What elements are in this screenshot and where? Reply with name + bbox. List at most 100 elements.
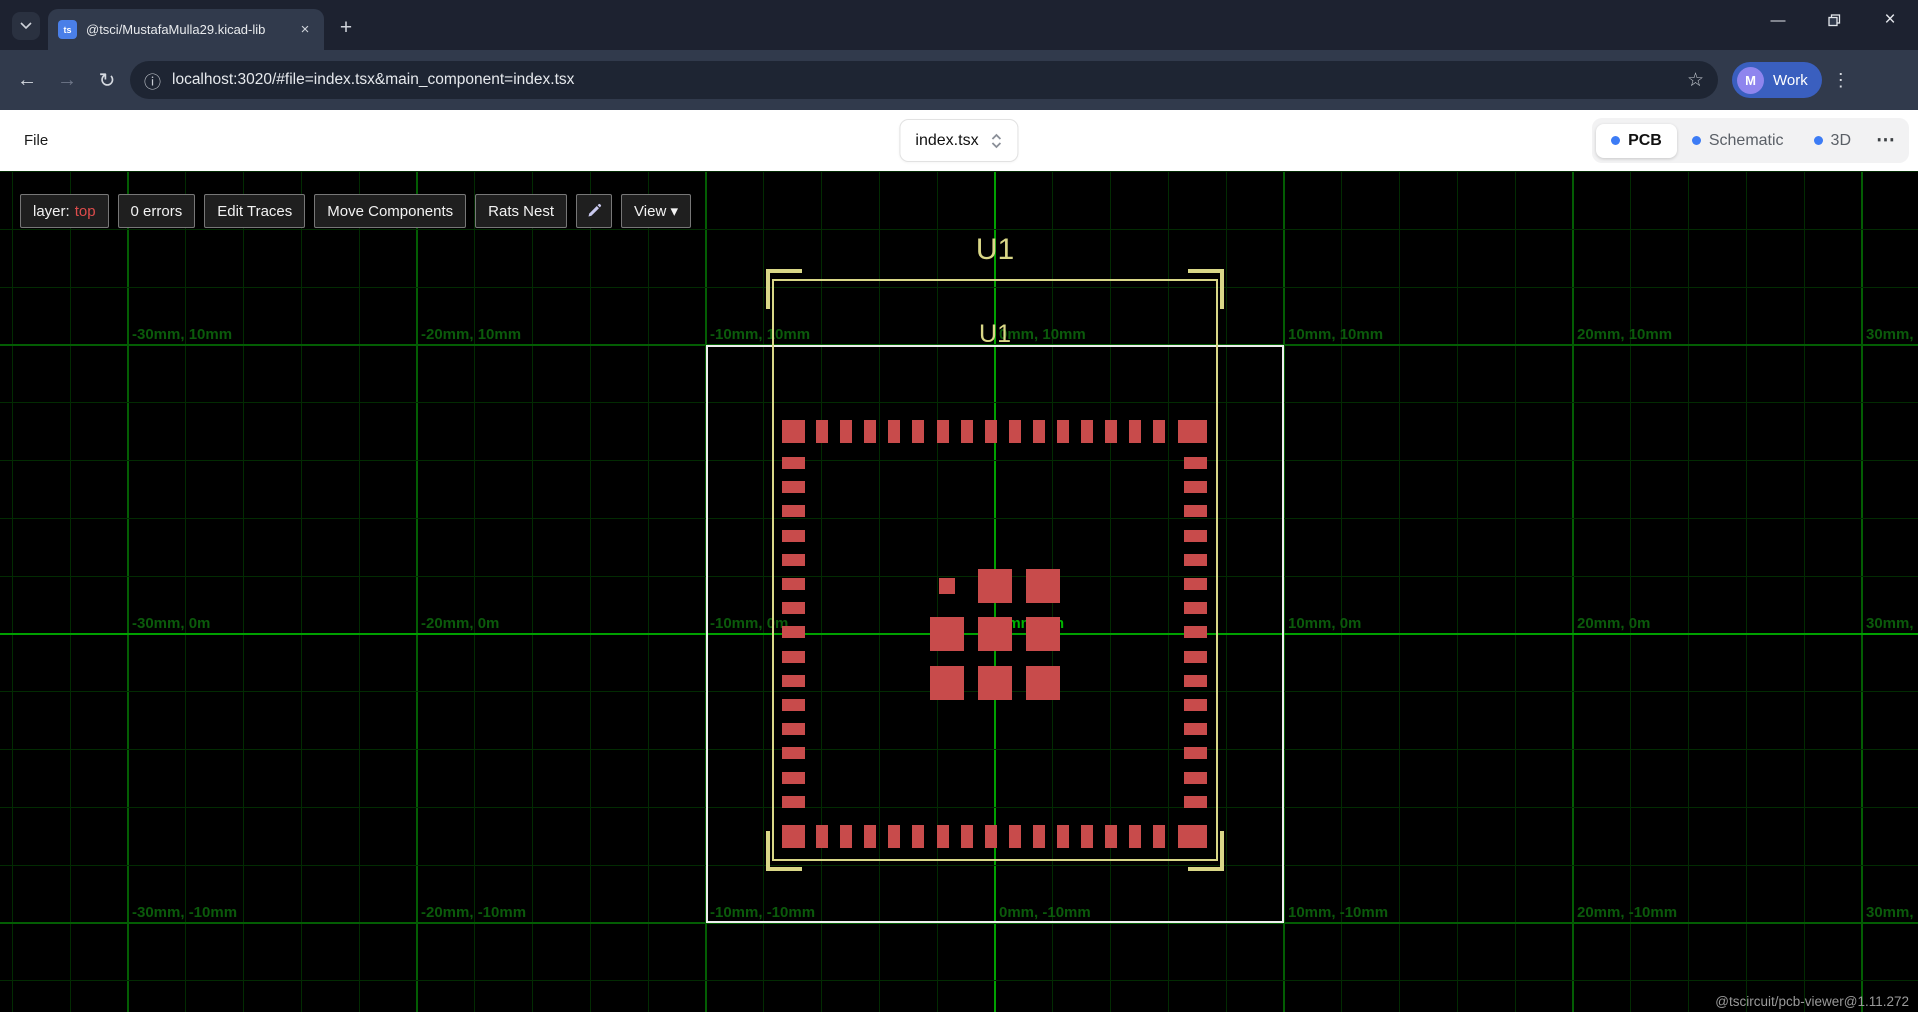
pcb-pad[interactable] <box>1026 666 1060 700</box>
file-select-dropdown[interactable]: index.tsx <box>899 119 1018 162</box>
pcb-pad[interactable] <box>1184 796 1207 808</box>
tab-pcb[interactable]: PCB <box>1596 124 1677 158</box>
pcb-pad[interactable] <box>782 626 805 638</box>
pcb-pad[interactable] <box>1081 420 1093 443</box>
pcb-pad[interactable] <box>840 825 852 848</box>
errors-button[interactable]: 0 errors <box>118 194 196 228</box>
edit-pencil-button[interactable] <box>576 194 612 228</box>
info-icon[interactable]: ⓘ <box>144 68 161 93</box>
pcb-pad[interactable] <box>1033 420 1045 443</box>
rats-nest-button[interactable]: Rats Nest <box>475 194 567 228</box>
pcb-pad[interactable] <box>1184 505 1207 517</box>
pcb-pad[interactable] <box>1184 457 1207 469</box>
pcb-pad[interactable] <box>1153 825 1165 848</box>
pcb-pad[interactable] <box>939 578 955 594</box>
pcb-pad[interactable] <box>782 723 805 735</box>
forward-icon[interactable]: → <box>50 63 84 97</box>
window-close-button[interactable]: × <box>1862 0 1918 40</box>
pcb-pad[interactable] <box>782 578 805 590</box>
pcb-pad[interactable] <box>864 825 876 848</box>
profile-button[interactable]: M Work <box>1732 62 1822 98</box>
pcb-pad[interactable] <box>1129 420 1141 443</box>
pcb-pad[interactable] <box>1009 420 1021 443</box>
pcb-pad[interactable] <box>1057 420 1069 443</box>
pcb-pad[interactable] <box>782 796 805 808</box>
pcb-pad[interactable] <box>912 420 924 443</box>
more-options-icon[interactable]: ⋯ <box>1866 123 1905 158</box>
pcb-pad[interactable] <box>1184 699 1207 711</box>
pcb-pad[interactable] <box>782 747 805 759</box>
pcb-pad[interactable] <box>782 675 805 687</box>
pcb-pad[interactable] <box>937 420 949 443</box>
pcb-pad[interactable] <box>1184 554 1207 566</box>
pcb-canvas[interactable]: layer: top 0 errors Edit Traces Move Com… <box>0 171 1918 1012</box>
pcb-pad[interactable] <box>1057 825 1069 848</box>
pcb-pad[interactable] <box>1033 825 1045 848</box>
reload-icon[interactable]: ↻ <box>90 63 124 97</box>
pcb-pad[interactable] <box>930 617 964 651</box>
pcb-pad[interactable] <box>1184 747 1207 759</box>
bookmark-star-icon[interactable]: ☆ <box>1687 69 1704 92</box>
tab-schematic[interactable]: Schematic <box>1677 124 1799 158</box>
pcb-pad[interactable] <box>864 420 876 443</box>
pcb-pad[interactable] <box>816 825 828 848</box>
pcb-pad[interactable] <box>782 554 805 566</box>
pcb-pad[interactable] <box>1081 825 1093 848</box>
pcb-pad[interactable] <box>1184 481 1207 493</box>
browser-tab-active[interactable]: ts @tsci/MustafaMulla29.kicad-lib × <box>48 9 324 50</box>
browser-menu-icon[interactable]: ⋮ <box>1828 63 1854 97</box>
pcb-pad[interactable] <box>1184 578 1207 590</box>
pcb-pad[interactable] <box>1105 825 1117 848</box>
pcb-pad[interactable] <box>1178 825 1190 848</box>
pcb-pad[interactable] <box>1184 651 1207 663</box>
pcb-pad[interactable] <box>888 420 900 443</box>
move-components-button[interactable]: Move Components <box>314 194 466 228</box>
pcb-pad[interactable] <box>782 481 805 493</box>
address-bar[interactable]: ⓘ localhost:3020/#file=index.tsx&main_co… <box>130 61 1718 99</box>
tab-3d[interactable]: 3D <box>1799 124 1866 158</box>
new-tab-button[interactable]: + <box>332 14 360 42</box>
pcb-pad[interactable] <box>782 457 805 469</box>
pcb-pad[interactable] <box>1184 723 1207 735</box>
pcb-pad[interactable] <box>1184 772 1207 784</box>
pcb-pad[interactable] <box>930 666 964 700</box>
pcb-pad[interactable] <box>1184 530 1207 542</box>
pcb-pad[interactable] <box>1009 825 1021 848</box>
pcb-pad[interactable] <box>782 772 805 784</box>
pcb-pad[interactable] <box>1178 420 1190 443</box>
pcb-pad[interactable] <box>1105 420 1117 443</box>
window-restore-button[interactable] <box>1806 0 1862 40</box>
pcb-pad[interactable] <box>782 825 805 848</box>
back-icon[interactable]: ← <box>10 63 44 97</box>
pcb-pad[interactable] <box>840 420 852 443</box>
pcb-pad[interactable] <box>782 602 805 614</box>
layer-button[interactable]: layer: top <box>20 194 109 228</box>
view-dropdown-button[interactable]: View ▾ <box>621 194 691 228</box>
pcb-pad[interactable] <box>782 651 805 663</box>
pcb-pad[interactable] <box>816 420 828 443</box>
pcb-pad[interactable] <box>1026 617 1060 651</box>
url-text[interactable]: localhost:3020/#file=index.tsx&main_comp… <box>172 71 1676 89</box>
pcb-pad[interactable] <box>978 569 1012 603</box>
pcb-pad[interactable] <box>978 617 1012 651</box>
pcb-pad[interactable] <box>1184 675 1207 687</box>
pcb-pad[interactable] <box>985 825 997 848</box>
tab-close-icon[interactable]: × <box>296 21 314 39</box>
pcb-pad[interactable] <box>1026 569 1060 603</box>
pcb-pad[interactable] <box>782 420 805 443</box>
pcb-pad[interactable] <box>1184 626 1207 638</box>
pcb-pad[interactable] <box>782 505 805 517</box>
file-menu[interactable]: File <box>24 132 48 149</box>
pcb-pad[interactable] <box>912 825 924 848</box>
pcb-pad[interactable] <box>1153 420 1165 443</box>
pcb-pad[interactable] <box>1184 602 1207 614</box>
pcb-pad[interactable] <box>961 825 973 848</box>
pcb-pad[interactable] <box>978 666 1012 700</box>
pcb-pad[interactable] <box>782 699 805 711</box>
pcb-pad[interactable] <box>782 530 805 542</box>
edit-traces-button[interactable]: Edit Traces <box>204 194 305 228</box>
pcb-pad[interactable] <box>985 420 997 443</box>
tab-search-button[interactable] <box>12 12 40 40</box>
pcb-pad[interactable] <box>888 825 900 848</box>
pcb-pad[interactable] <box>937 825 949 848</box>
